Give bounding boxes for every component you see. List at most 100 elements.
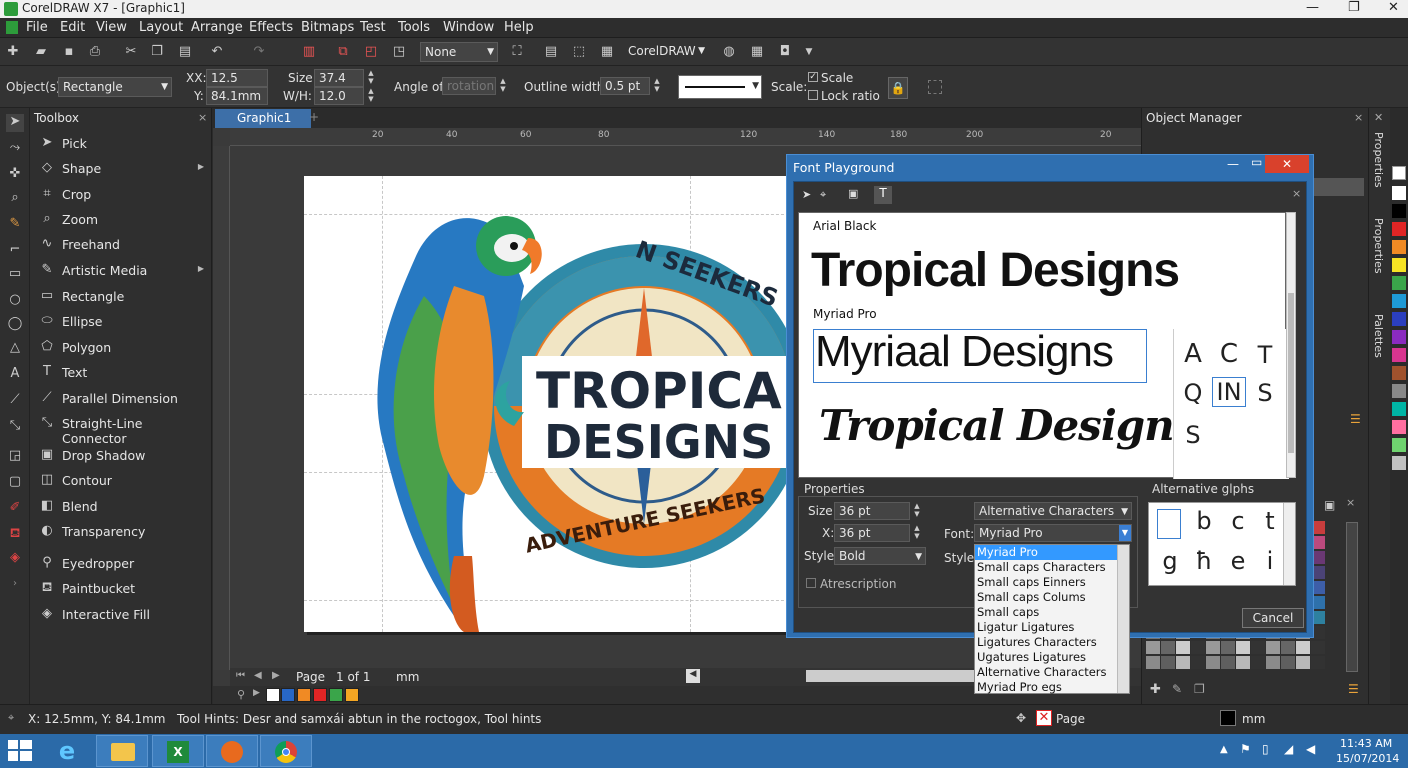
eyedropper-tool-icon[interactable]: ✐ xyxy=(6,500,24,518)
palette-color-cell[interactable] xyxy=(1236,656,1250,669)
palette-color-cell[interactable] xyxy=(1191,656,1205,669)
polygon-tool-icon[interactable]: △ xyxy=(6,340,24,358)
maximize-button[interactable]: ❐ xyxy=(1348,0,1360,15)
dropdown-option[interactable]: Ugatures Ligatures xyxy=(975,650,1129,665)
toolbox-item-polygon[interactable]: ⬠ Polygon xyxy=(34,337,208,359)
taskbar-excel-button[interactable]: X xyxy=(152,735,204,767)
palette-swatch[interactable] xyxy=(1392,366,1406,380)
scale-checkbox[interactable]: ✓ xyxy=(808,72,818,82)
palette-no-color[interactable] xyxy=(1392,166,1406,180)
publish-icon[interactable]: ◰ xyxy=(362,43,380,61)
toolbox-close-icon[interactable]: × xyxy=(198,111,207,124)
toolbox-item-eyedropper[interactable]: ⚲ Eyedropper xyxy=(34,553,208,575)
rectangle-tool-icon[interactable]: ▭ xyxy=(6,266,24,284)
swatch-none[interactable] xyxy=(266,688,280,702)
glyph-q[interactable]: Q xyxy=(1178,379,1208,407)
h-scroll-left-icon[interactable]: ◀ xyxy=(686,669,700,683)
docker-close-icon[interactable]: ✕ xyxy=(1374,111,1383,124)
preview-mode-icon[interactable]: ▣ xyxy=(848,187,858,200)
object-manager-close-icon[interactable]: × xyxy=(1354,111,1363,124)
save-icon[interactable]: ▪ xyxy=(60,43,78,61)
toolbox-item-artistic-media[interactable]: ✎ Artistic Media ▶ xyxy=(34,260,208,282)
palette-copy-icon[interactable]: ❐ xyxy=(1194,682,1205,696)
palette-color-cell[interactable] xyxy=(1296,641,1310,654)
palette-swatch[interactable] xyxy=(1392,276,1406,290)
eyedropper-palette-icon[interactable]: ⚲ xyxy=(237,688,245,701)
sample2-text[interactable]: Myriaal Designs xyxy=(815,327,1114,377)
contour-tool-icon[interactable]: ▢ xyxy=(6,474,24,492)
corel-connect-icon[interactable]: ◘ xyxy=(776,43,794,61)
dropdown-option[interactable]: Small caps Colums xyxy=(975,590,1129,605)
fill-tool-icon[interactable]: ⛾ xyxy=(6,526,24,544)
palette-edit-icon[interactable]: ✎ xyxy=(1172,682,1182,696)
palette-swatch[interactable] xyxy=(1392,312,1406,326)
snap-select[interactable]: None ▼ xyxy=(420,42,498,62)
palette-swatch[interactable] xyxy=(1392,402,1406,416)
docker-tab-properties-2[interactable]: Properties xyxy=(1372,218,1385,274)
font-size-field[interactable]: 36 pt xyxy=(834,502,910,520)
new-document-icon[interactable]: ✚ xyxy=(4,43,22,61)
toolbox-item-paintbucket[interactable]: ⛾ Paintbucket xyxy=(34,578,208,600)
palette-swatch[interactable] xyxy=(1392,222,1406,236)
pick-tool-icon[interactable]: ➤ xyxy=(6,114,24,132)
tray-expand-icon[interactable]: ▲ xyxy=(1220,744,1228,755)
next-page-icon[interactable]: ▶ xyxy=(272,670,280,681)
outline-color-indicator[interactable] xyxy=(1220,710,1236,726)
redo-icon[interactable]: ↷ xyxy=(250,43,268,61)
pointer-tool-icon[interactable]: ➤ xyxy=(802,188,811,201)
close-button[interactable]: ✕ xyxy=(1388,0,1399,15)
palette-color-cell[interactable] xyxy=(1281,656,1295,669)
connector-tool-icon[interactable]: ⤡ xyxy=(6,418,24,436)
palette-color-cell[interactable] xyxy=(1266,656,1280,669)
interactive-fill-tool-icon[interactable]: ◈ xyxy=(6,550,24,568)
toolbox-item-shape[interactable]: ◇ Shape ▶ xyxy=(34,158,208,180)
layer-options-icon[interactable]: ☰ xyxy=(1350,412,1361,426)
page-units-tab[interactable]: mm xyxy=(396,670,419,684)
toolbox-item-drop-shadow[interactable]: ▣ Drop Shadow xyxy=(34,445,208,467)
taskbar-chrome-button[interactable] xyxy=(260,735,312,767)
menu-help[interactable]: Help xyxy=(504,20,534,35)
palette-menu-icon[interactable]: ☰ xyxy=(1348,682,1359,696)
toolbox-item-zoom[interactable]: ⌕ Zoom xyxy=(34,209,208,231)
dropdown-option[interactable]: Ligatures Characters xyxy=(975,635,1129,650)
windows-start-icon[interactable] xyxy=(8,740,32,762)
sample3-text[interactable]: Tropical Designs xyxy=(819,401,1197,450)
freehand-tool-icon[interactable]: ✎ xyxy=(6,216,24,234)
globe-icon[interactable]: ◍ xyxy=(720,43,738,61)
lock-icon[interactable]: 🔒 xyxy=(888,77,908,99)
wh-spinner[interactable]: ▲ ▼ xyxy=(366,87,376,105)
dropdown-option[interactable]: Myriad Pro egs xyxy=(975,680,1129,695)
palette-swatch[interactable] xyxy=(1392,294,1406,308)
open-folder-icon[interactable]: ▰ xyxy=(32,43,50,61)
palette-color-cell[interactable] xyxy=(1251,656,1265,669)
toolbox-item-rectangle[interactable]: ▭ Rectangle xyxy=(34,286,208,308)
dialog-close-button[interactable]: ✕ xyxy=(1265,155,1309,173)
toolbox-item-interactive-fill[interactable]: ◈ Interactive Fill xyxy=(34,604,208,626)
toolbox-item-straight-line-connector[interactable]: ⤡ Straight-Line Connector xyxy=(34,413,208,446)
palette-swatch[interactable] xyxy=(1392,204,1406,218)
palette-color-cell[interactable] xyxy=(1176,641,1190,654)
menu-layout[interactable]: Layout xyxy=(139,20,183,35)
font-size-spinner[interactable]: ▲ ▼ xyxy=(912,502,922,520)
menu-test[interactable]: Test xyxy=(360,20,386,35)
copy-icon[interactable]: ❐ xyxy=(148,43,166,61)
prev-page-icon[interactable]: ◀ xyxy=(254,670,262,681)
preview-scrollbar-thumb[interactable] xyxy=(1288,293,1294,453)
tab-graphic1[interactable]: Graphic1 xyxy=(215,109,311,128)
sample1-text[interactable]: Tropical Designs xyxy=(811,243,1180,298)
tray-flag-icon[interactable]: ⚑ xyxy=(1240,742,1251,756)
print-icon[interactable]: ⎙ xyxy=(86,43,104,61)
options-icon[interactable]: ▤ xyxy=(542,43,560,61)
ellipse-tool-2-icon[interactable]: ◯ xyxy=(6,316,24,334)
x-spinner[interactable]: ▲ ▼ xyxy=(912,524,922,542)
lock-ratio-checkbox[interactable] xyxy=(808,90,818,100)
shadow-tool-icon[interactable]: ◲ xyxy=(6,448,24,466)
objects-select[interactable]: Rectangle ▼ xyxy=(58,77,172,97)
font-text-icon[interactable]: T xyxy=(874,186,892,204)
glyph-s-2[interactable]: S xyxy=(1178,421,1208,449)
toolbox-item-text[interactable]: T Text xyxy=(34,362,208,384)
y-position-field[interactable]: 84.1mm xyxy=(206,87,268,105)
panel-close-icon[interactable]: × xyxy=(1292,187,1301,200)
no-fill-indicator-icon[interactable]: ✕ xyxy=(1036,710,1052,726)
paste-icon[interactable]: ▤ xyxy=(176,43,194,61)
